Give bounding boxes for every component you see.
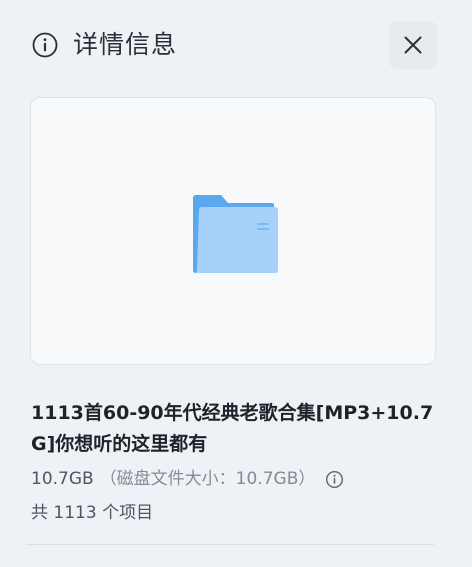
info-icon (32, 32, 58, 58)
item-count: 共 1113 个项目 (31, 503, 154, 523)
file-size-row: 10.7GB （磁盘文件大小：10.7GB） (31, 466, 344, 492)
details-panel: 详情信息 1113首60-90年代经典老歌合集[MP3+10.7G]你想听的这里… (0, 0, 472, 567)
divider (26, 544, 434, 545)
size-info-icon[interactable] (325, 470, 344, 489)
close-button[interactable] (389, 21, 437, 69)
details-header: 详情信息 (31, 27, 177, 63)
close-icon (404, 36, 422, 54)
file-preview (30, 97, 436, 365)
file-size: 10.7GB (31, 469, 94, 489)
page-title: 详情信息 (73, 30, 178, 59)
folder-icon (193, 195, 278, 273)
disk-size: （磁盘文件大小：10.7GB） (99, 469, 316, 489)
file-name: 1113首60-90年代经典老歌合集[MP3+10.7G]你想听的这里都有 (31, 402, 434, 455)
